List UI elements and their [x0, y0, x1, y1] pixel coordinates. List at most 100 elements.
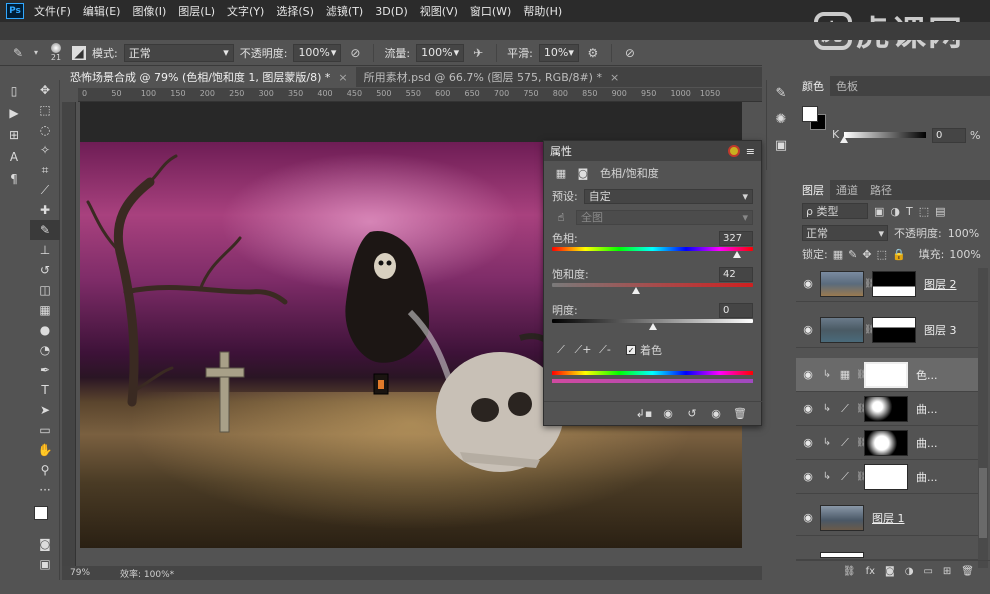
history-brush-tool-icon[interactable]: ↺ [30, 260, 60, 280]
menu-3d[interactable]: 3D(D) [375, 5, 408, 18]
lock-artboard-icon[interactable]: ⬚ [877, 248, 887, 261]
tab-document-1[interactable]: 恐怖场景合成 @ 79% (色相/饱和度 1, 图层蒙版/8) * × [62, 67, 356, 87]
link-icon[interactable]: ⛓ [856, 370, 867, 380]
adjustment-layer-icon[interactable]: ◑ [905, 566, 914, 577]
tab-layers[interactable]: 图层 [796, 180, 830, 200]
group-folder-icon[interactable]: ▭ [923, 566, 932, 577]
layers-scrollbar[interactable] [978, 268, 988, 568]
eyedropper-minus-icon[interactable]: ⟋- [596, 342, 614, 358]
pressure-opacity-icon[interactable]: ⊘ [347, 45, 363, 61]
new-layer-icon[interactable]: ⊞ [943, 566, 951, 577]
lock-all-icon[interactable]: 🔒 [892, 248, 906, 261]
layer-mask-thumbnail[interactable] [864, 395, 908, 422]
paragraph-icon[interactable]: ¶ [0, 168, 28, 190]
gear-icon[interactable]: ⚙ [585, 45, 601, 61]
channel-dropdown[interactable]: 全图 ▾ [576, 209, 753, 225]
character-icon[interactable]: A [0, 146, 28, 168]
add-mask-icon[interactable]: ◙ [885, 566, 895, 577]
visibility-eye-icon[interactable]: ◉ [796, 323, 820, 336]
brush-shape-icon[interactable]: ✺ [767, 106, 795, 132]
gradient-tool-icon[interactable]: ▦ [30, 300, 60, 320]
brush-settings-icon[interactable]: ⊞ [0, 124, 28, 146]
filter-shape-icon[interactable]: ⬚ [919, 205, 929, 218]
visibility-eye-icon[interactable]: ◉ [796, 436, 820, 449]
k-slider[interactable] [840, 132, 926, 143]
zoom-tool-icon[interactable]: ⚲ [30, 460, 60, 480]
link-icon[interactable]: ⛓ [856, 438, 867, 448]
hue-input[interactable]: 327 [719, 230, 753, 246]
layer-name[interactable]: 图层 3 [924, 322, 957, 338]
layer-row[interactable]: ◉ ↳ ⟋ ⛓ 曲... [796, 426, 978, 460]
opacity-input[interactable]: 100% ▾ [293, 43, 342, 62]
crop-tool-icon[interactable]: ⌗ [30, 160, 60, 180]
foreground-swatch[interactable] [802, 106, 818, 122]
visibility-eye-icon[interactable]: ◉ [796, 277, 820, 290]
tab-document-2[interactable]: 所用素材.psd @ 66.7% (图层 575, RGB/8#) * × [356, 67, 628, 87]
reset-icon[interactable]: ↺ [683, 406, 701, 422]
layer-row[interactable]: ◉ ⛓ 图层 3 [796, 312, 978, 348]
mode-dropdown[interactable]: 正常 ▾ [123, 43, 234, 62]
tab-channels[interactable]: 通道 [830, 180, 864, 200]
tab-swatches[interactable]: 色板 [830, 76, 864, 96]
mask-icon[interactable]: ◙ [574, 165, 592, 181]
visibility-eye-icon[interactable]: ◉ [796, 368, 820, 381]
marquee-tool-icon[interactable]: ⬚ [30, 100, 60, 120]
menu-help[interactable]: 帮助(H) [523, 3, 562, 19]
saturation-slider-thumb[interactable] [632, 287, 641, 294]
layer-mask-thumbnail[interactable] [864, 463, 908, 490]
panel-menu-icon[interactable]: ≡ [746, 145, 755, 158]
hue-slider[interactable] [552, 247, 753, 258]
k-slider-thumb[interactable] [840, 136, 848, 143]
lightness-input[interactable]: 0 [719, 302, 753, 318]
tab-paths[interactable]: 路径 [864, 180, 898, 200]
play-icon[interactable]: ▶ [0, 102, 28, 124]
pressure-size-icon[interactable]: ⊘ [622, 45, 638, 61]
chevron-down-icon[interactable]: ▾ [32, 45, 40, 61]
trash-icon[interactable]: 🗑 [961, 566, 974, 577]
tab-color[interactable]: 颜色 [796, 76, 830, 96]
k-input[interactable]: 0 [932, 128, 966, 143]
lock-paint-icon[interactable]: ✎ [848, 248, 857, 261]
saturation-input[interactable]: 42 [719, 266, 753, 282]
link-icon[interactable]: ⛓ [856, 472, 867, 482]
layer-name[interactable]: 曲... [916, 435, 938, 451]
menu-layer[interactable]: 图层(L) [178, 3, 215, 19]
eyedropper-tool-icon[interactable]: ⟋ [30, 180, 60, 200]
filter-adjust-icon[interactable]: ◑ [890, 205, 900, 218]
layer-style-icon[interactable]: fx [866, 566, 875, 577]
quick-mask-icon[interactable]: ◙ [30, 534, 60, 554]
brush-preset-icon[interactable]: ✎ [767, 80, 795, 106]
layer-opacity-value[interactable]: 100% [948, 227, 979, 240]
layer-row[interactable]: ◉ ↳ ⟋ ⛓ 曲... [796, 392, 978, 426]
quick-select-tool-icon[interactable]: ✧ [30, 140, 60, 160]
layer-name[interactable]: 曲... [916, 401, 938, 417]
stamp-tool-icon[interactable]: ⊥ [30, 240, 60, 260]
colorize-checkbox[interactable]: ✓ [626, 345, 636, 355]
layer-filter-dropdown[interactable]: ρ 类型 [802, 203, 868, 219]
lock-position-icon[interactable]: ✥ [862, 248, 871, 261]
menu-select[interactable]: 选择(S) [276, 3, 314, 19]
healing-tool-icon[interactable]: ✚ [30, 200, 60, 220]
saturation-slider[interactable] [552, 283, 753, 294]
layer-name[interactable]: 图层 2 [924, 276, 957, 292]
history-icon[interactable]: ▯ [0, 80, 28, 102]
menu-edit[interactable]: 编辑(E) [83, 3, 121, 19]
layer-name[interactable]: 色... [916, 367, 938, 383]
menu-view[interactable]: 视图(V) [420, 3, 458, 19]
menu-filter[interactable]: 滤镜(T) [326, 3, 363, 19]
layer-mask-thumbnail[interactable] [864, 429, 908, 456]
layer-row[interactable]: ◉ ⛓ 图层 2 [796, 266, 978, 302]
lightness-slider[interactable] [552, 319, 753, 330]
lightness-slider-thumb[interactable] [648, 323, 657, 330]
trash-icon[interactable]: 🗑 [731, 406, 749, 422]
brush-settings-icon[interactable]: ◢ [72, 45, 86, 60]
layer-row[interactable]: ◉ ↳ ⟋ ⛓ 曲... [796, 460, 978, 494]
shape-tool-icon[interactable]: ▭ [30, 420, 60, 440]
layer-row-selected[interactable]: ◉ ↳ ▦ ⛓ 色... [796, 358, 978, 392]
menu-file[interactable]: 文件(F) [34, 3, 71, 19]
brush-tool-icon[interactable]: ✎ [30, 220, 60, 240]
smooth-input[interactable]: 10% ▾ [538, 43, 579, 62]
color-swatches[interactable] [30, 500, 60, 534]
clip-to-layer-icon[interactable]: ↲▪ [635, 406, 653, 422]
layer-name[interactable]: 图层 1 [872, 510, 905, 526]
